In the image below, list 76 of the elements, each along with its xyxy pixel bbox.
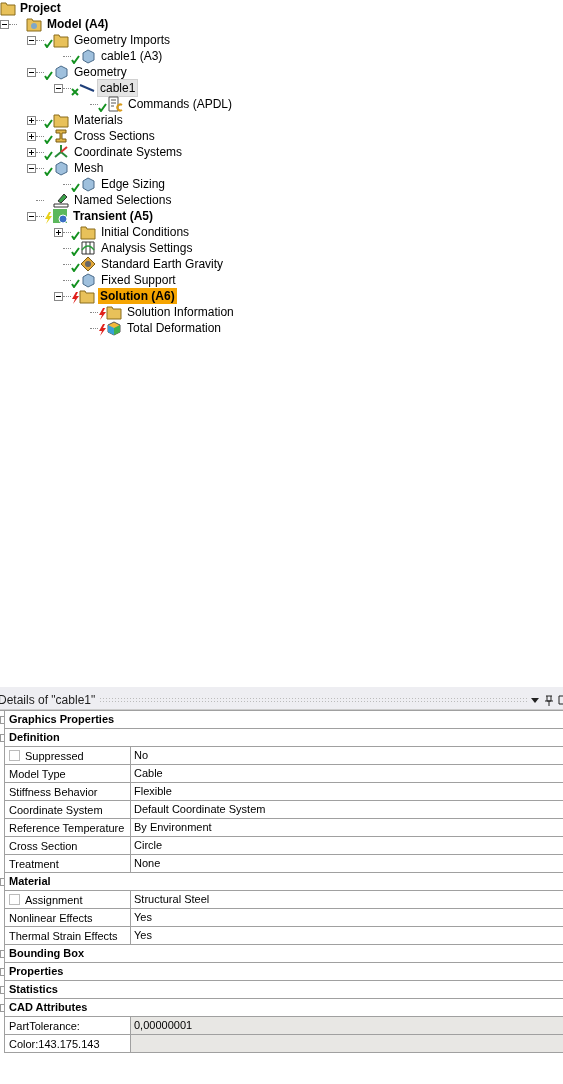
property-label: Assignment <box>25 892 83 908</box>
collapse-icon[interactable] <box>27 211 36 221</box>
cube-icon <box>80 272 96 288</box>
folder-icon <box>0 0 16 16</box>
category-header[interactable]: Properties <box>4 963 563 981</box>
tree-item[interactable]: Commands (APDL) <box>126 96 235 112</box>
tree-item[interactable]: cable1 <box>98 80 138 96</box>
result-cube-icon <box>106 320 122 336</box>
folder-icon <box>26 16 42 32</box>
cube-icon <box>53 64 69 80</box>
property-label: Suppressed <box>25 748 84 764</box>
document-icon <box>107 96 123 112</box>
folder-icon <box>53 32 69 48</box>
pin-icon[interactable] <box>545 694 553 706</box>
property-label: Reference Temperature <box>9 820 125 836</box>
collapse-icon[interactable] <box>54 291 63 301</box>
tree-item[interactable]: Geometry Imports <box>72 32 173 48</box>
tree-item[interactable]: Geometry <box>72 64 129 80</box>
tree-item[interactable]: Mesh <box>72 160 106 176</box>
tree-item[interactable]: Materials <box>72 112 125 128</box>
checkbox[interactable] <box>9 750 20 761</box>
expand-icon[interactable] <box>27 115 36 125</box>
cube-icon <box>80 176 96 192</box>
property-label: Stiffness Behavior <box>9 784 98 800</box>
dropdown-icon[interactable] <box>531 697 539 703</box>
folder-icon <box>53 112 69 128</box>
property-label: Thermal Strain Effects <box>9 928 118 944</box>
expand-icon[interactable] <box>54 227 63 237</box>
tree-item[interactable]: Named Selections <box>72 192 174 208</box>
tree-item[interactable]: Standard Earth Gravity <box>99 256 226 272</box>
cube-icon <box>53 160 69 176</box>
expand-icon[interactable] <box>27 131 36 141</box>
tree-item[interactable]: Project <box>20 0 61 16</box>
maximize-icon[interactable] <box>558 695 563 705</box>
collapse-icon[interactable] <box>27 67 36 77</box>
tree-item[interactable]: Edge Sizing <box>99 176 168 192</box>
category-header[interactable]: Material <box>4 873 563 891</box>
collapse-icon[interactable] <box>27 35 36 45</box>
cube-icon <box>80 48 96 64</box>
analysis-icon <box>52 208 68 224</box>
property-label: Color:143.175.143 <box>9 1036 100 1052</box>
property-label: Cross Section <box>9 838 78 854</box>
tree-item[interactable]: Initial Conditions <box>99 224 192 240</box>
beam-icon <box>53 128 69 144</box>
checkbox[interactable] <box>9 894 20 905</box>
category-header[interactable]: Bounding Box <box>4 945 563 963</box>
property-label: Treatment <box>9 856 59 872</box>
grid-icon <box>80 240 96 256</box>
folder-icon <box>80 224 96 240</box>
selection-icon <box>53 192 69 208</box>
property-label: PartTolerance: <box>9 1018 80 1034</box>
tree-item[interactable]: Model (A4) <box>45 16 111 32</box>
property-label: Coordinate System <box>9 802 103 818</box>
gravity-icon <box>80 256 96 272</box>
category-header[interactable]: Statistics <box>4 981 563 999</box>
property-label: Nonlinear Effects <box>9 910 93 926</box>
tree-item[interactable]: Cross Sections <box>72 128 157 144</box>
property-value: 0,00000001 <box>131 1017 563 1035</box>
property-label: Model Type <box>9 766 66 782</box>
tree-item[interactable]: Total Deformation <box>125 320 224 336</box>
collapse-icon[interactable] <box>54 83 63 93</box>
expand-icon[interactable] <box>27 147 36 157</box>
tree-item[interactable]: Solution (A6) <box>98 288 177 304</box>
collapse-icon[interactable] <box>0 19 9 29</box>
tree-item[interactable]: Solution Information <box>125 304 236 320</box>
collapse-icon[interactable] <box>27 163 36 173</box>
category-header[interactable]: CAD Attributes <box>4 999 563 1017</box>
folder-icon <box>79 288 95 304</box>
tree-item[interactable]: Analysis Settings <box>99 240 195 256</box>
axes-icon <box>53 144 69 160</box>
category-header[interactable]: Definition <box>4 729 563 747</box>
category-header[interactable]: Graphics Properties <box>4 711 563 729</box>
tree-item[interactable]: Fixed Support <box>99 272 178 288</box>
tree-item[interactable]: Coordinate Systems <box>72 144 185 160</box>
tree-item[interactable]: cable1 (A3) <box>99 48 165 64</box>
tree-item[interactable]: Transient (A5) <box>71 208 155 224</box>
